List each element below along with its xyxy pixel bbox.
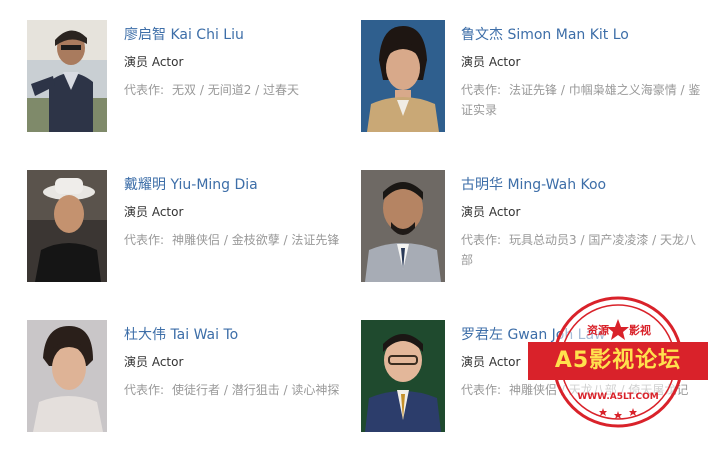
works-list: 无双 / 无间道2 / 过春天 [172,83,300,97]
representative-works: 代表作: 法证先锋 / 巾帼枭雄之义海豪情 / 鉴证实录 [461,80,701,120]
actor-photo[interactable] [361,320,445,432]
cast-card: 廖启智 Kai Chi Liu 演员 Actor 代表作: 无双 / 无间道2 /… [27,20,367,140]
actor-photo[interactable] [361,170,445,282]
works-label: 代表作: [124,233,165,247]
cast-card: 戴耀明 Yiu-Ming Dia 演员 Actor 代表作: 神雕侠侣 / 金枝欲… [27,170,367,290]
actor-name-link[interactable]: 鲁文杰 Simon Man Kit Lo [461,26,701,44]
cast-card: 古明华 Ming-Wah Koo 演员 Actor 代表作: 玩具总动员3 / 国… [361,170,701,290]
cast-card: 鲁文杰 Simon Man Kit Lo 演员 Actor 代表作: 法证先锋 /… [361,20,701,140]
actor-name-link[interactable]: 古明华 Ming-Wah Koo [461,176,701,194]
stamp-banner: A5影视论坛 [528,342,708,380]
actor-photo[interactable] [27,320,107,432]
representative-works: 代表作: 使徒行者 / 潜行狙击 / 读心神探 [124,380,367,400]
actor-name-link[interactable]: 戴耀明 Yiu-Ming Dia [124,176,367,194]
representative-works: 代表作: 玩具总动员3 / 国产凌凌漆 / 天龙八部 [461,230,701,270]
cast-list: 廖启智 Kai Chi Liu 演员 Actor 代表作: 无双 / 无间道2 /… [0,0,728,451]
actor-photo[interactable] [27,170,107,282]
actor-name-link[interactable]: 廖启智 Kai Chi Liu [124,26,367,44]
works-label: 代表作: [461,83,502,97]
works-list: 神雕侠侣 / 金枝欲孽 / 法证先锋 [172,233,340,247]
actor-role: 演员 Actor [124,355,184,369]
actor-role: 演员 Actor [124,205,184,219]
works-label: 代表作: [461,383,502,397]
representative-works: 代表作: 无双 / 无间道2 / 过春天 [124,80,367,100]
cast-info: 古明华 Ming-Wah Koo 演员 Actor 代表作: 玩具总动员3 / 国… [461,176,701,270]
cast-info: 廖启智 Kai Chi Liu 演员 Actor 代表作: 无双 / 无间道2 /… [124,26,367,100]
stamp-top-right-text: 影视 [629,323,651,337]
works-label: 代表作: [124,383,165,397]
stamp-url: WWW.A5LT.COM [577,392,658,402]
actor-role: 演员 Actor [461,55,521,69]
actor-role: 演员 Actor [461,205,521,219]
cast-info: 戴耀明 Yiu-Ming Dia 演员 Actor 代表作: 神雕侠侣 / 金枝欲… [124,176,367,250]
works-list: 使徒行者 / 潜行狙击 / 读心神探 [172,383,340,397]
watermark-stamp: 资源 影视 WWW.A5LT.COM A5影视论坛 [523,290,713,435]
works-label: 代表作: [461,233,502,247]
representative-works: 代表作: 神雕侠侣 / 金枝欲孽 / 法证先锋 [124,230,367,250]
cast-card: 杜大伟 Tai Wai To 演员 Actor 代表作: 使徒行者 / 潜行狙击 … [27,320,367,440]
actor-photo[interactable] [361,20,445,132]
actor-role: 演员 Actor [124,55,184,69]
cast-info: 杜大伟 Tai Wai To 演员 Actor 代表作: 使徒行者 / 潜行狙击 … [124,326,367,400]
works-label: 代表作: [124,83,165,97]
actor-name-link[interactable]: 杜大伟 Tai Wai To [124,326,367,344]
stamp-top-left-text: 资源 [587,323,609,337]
actor-photo[interactable] [27,20,107,132]
cast-info: 鲁文杰 Simon Man Kit Lo 演员 Actor 代表作: 法证先锋 /… [461,26,701,120]
